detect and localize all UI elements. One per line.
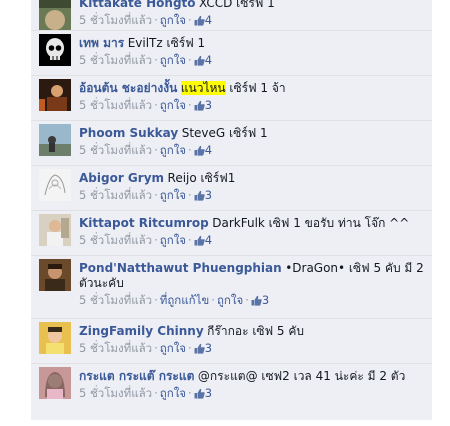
comment-author[interactable]: เทพ มาร: [79, 36, 124, 50]
comment-item: ZingFamily Chinny กีร๊ากอะ เซิฟ 5 คับ 5 …: [31, 318, 432, 364]
like-count[interactable]: 4: [194, 233, 212, 247]
avatar[interactable]: [39, 34, 71, 66]
like-link[interactable]: ถูกใจ: [160, 53, 186, 67]
like-count[interactable]: 3: [194, 98, 212, 112]
thumbs-up-icon: [194, 100, 205, 111]
like-count[interactable]: 3: [194, 188, 212, 202]
avatar[interactable]: [39, 214, 71, 246]
thumbs-up-icon: [194, 388, 205, 399]
comment-text: SteveG เซิร์ฟ 1: [181, 126, 268, 140]
like-link[interactable]: ถูกใจ: [160, 233, 186, 247]
comment-meta: 5 ชั่วโมงที่แล้ว · ที่ถูกแก้ไข · ถูกใจ · 3: [79, 293, 270, 307]
comment-meta: 5 ชั่วโมงที่แล้ว · ถูกใจ · 4: [79, 13, 213, 27]
comment-author[interactable]: Phoom Sukkay: [79, 126, 178, 140]
comment-text: เซิร์ฟ 1 จ้า: [225, 81, 286, 95]
comment-text: XCCD เซิร์ฟ 1: [199, 0, 275, 10]
comment-item: อ้อนต้น ชะอย่างงั้น แนวไหน เซิร์ฟ 1 จ้า …: [31, 75, 432, 121]
comment-author[interactable]: Abigor Grym: [79, 171, 164, 185]
comment-text: @กระแต@ เซฟ2 เวล 41 น่ะค่ะ มี 2 ตัว: [197, 369, 406, 383]
thumbs-up-icon: [251, 295, 262, 306]
comment-item: Kittapot Ritcumrop DarkFulk เซิฟ 1 ขอรับ…: [31, 210, 432, 256]
comment-timestamp[interactable]: 5 ชั่วโมงที่แล้ว: [79, 386, 152, 400]
avatar[interactable]: [39, 169, 71, 201]
avatar[interactable]: [39, 367, 71, 399]
thumbs-up-icon: [194, 15, 205, 26]
thumbs-up-icon: [194, 235, 205, 246]
comment-author[interactable]: ZingFamily Chinny: [79, 324, 204, 338]
comment-timestamp[interactable]: 5 ชั่วโมงที่แล้ว: [79, 53, 152, 67]
comment-meta: 5 ชั่วโมงที่แล้ว · ถูกใจ · 4: [79, 143, 213, 157]
comment-text: EvilTz เซิร์ฟ 1: [127, 36, 206, 50]
thumbs-up-icon: [194, 55, 205, 66]
comment-timestamp[interactable]: 5 ชั่วโมงที่แล้ว: [79, 13, 152, 27]
like-count[interactable]: 3: [194, 341, 212, 355]
comment-text: Reijo เซิร์ฟ1: [167, 171, 236, 185]
comment-text: กีร๊ากอะ เซิฟ 5 คับ: [207, 324, 304, 338]
avatar[interactable]: [39, 124, 71, 156]
comment-item: Phoom Sukkay SteveG เซิร์ฟ 1 5 ชั่วโมงที…: [31, 120, 432, 166]
comment-timestamp[interactable]: 5 ชั่วโมงที่แล้ว: [79, 143, 152, 157]
thumbs-up-icon: [194, 343, 205, 354]
comment-item: เทพ มาร EvilTz เซิร์ฟ 1 5 ชั่วโมงที่แล้ว…: [31, 30, 432, 76]
like-count[interactable]: 3: [251, 293, 269, 307]
like-count[interactable]: 4: [194, 53, 212, 67]
edited-link[interactable]: ที่ถูกแก้ไข: [160, 293, 210, 307]
like-count[interactable]: 4: [194, 143, 212, 157]
avatar[interactable]: [39, 322, 71, 354]
comment-text: DarkFulk เซิฟ 1 ขอรับ ท่าน โจ๊ก ^^: [212, 216, 410, 230]
avatar[interactable]: [39, 0, 71, 30]
like-count[interactable]: 4: [194, 13, 212, 27]
comment-list: Kittakate Hongto XCCD เซิร์ฟ 1 5 ชั่วโมง…: [31, 0, 432, 420]
comment-timestamp[interactable]: 5 ชั่วโมงที่แล้ว: [79, 341, 152, 355]
like-link[interactable]: ถูกใจ: [160, 341, 186, 355]
comment-item: Kittakate Hongto XCCD เซิร์ฟ 1 5 ชั่วโมง…: [31, 0, 432, 31]
avatar[interactable]: [39, 259, 71, 291]
like-link[interactable]: ถูกใจ: [160, 188, 186, 202]
comment-author[interactable]: กระแต กระแต๊ กระแต: [79, 369, 194, 383]
comment-meta: 5 ชั่วโมงที่แล้ว · ถูกใจ · 4: [79, 53, 213, 67]
like-link[interactable]: ถูกใจ: [160, 143, 186, 157]
comment-meta: 5 ชั่วโมงที่แล้ว · ถูกใจ · 3: [79, 98, 213, 112]
comment-highlight: แนวไหน: [180, 81, 226, 95]
comment-item: กระแต กระแต๊ กระแต @กระแต@ เซฟ2 เวล 41 น…: [31, 363, 432, 426]
comment-meta: 5 ชั่วโมงที่แล้ว · ถูกใจ · 3: [79, 341, 213, 355]
comment-timestamp[interactable]: 5 ชั่วโมงที่แล้ว: [79, 293, 152, 307]
thumbs-up-icon: [194, 145, 205, 156]
thumbs-up-icon: [194, 190, 205, 201]
comment-item: Pond'Natthawut Phuengphian •DraGon• เซิฟ…: [31, 255, 432, 319]
comment-meta: 5 ชั่วโมงที่แล้ว · ถูกใจ · 3: [79, 188, 213, 202]
like-link[interactable]: ถูกใจ: [160, 98, 186, 112]
avatar[interactable]: [39, 79, 71, 111]
like-link[interactable]: ถูกใจ: [217, 293, 243, 307]
comment-author[interactable]: Pond'Natthawut Phuengphian: [79, 261, 282, 275]
comment-meta: 5 ชั่วโมงที่แล้ว · ถูกใจ · 4: [79, 233, 213, 247]
comment-timestamp[interactable]: 5 ชั่วโมงที่แล้ว: [79, 98, 152, 112]
comment-meta: 5 ชั่วโมงที่แล้ว · ถูกใจ · 3: [79, 386, 213, 400]
comment-timestamp[interactable]: 5 ชั่วโมงที่แล้ว: [79, 188, 152, 202]
comment-author[interactable]: Kittapot Ritcumrop: [79, 216, 209, 230]
comment-timestamp[interactable]: 5 ชั่วโมงที่แล้ว: [79, 233, 152, 247]
comment-author[interactable]: Kittakate Hongto: [79, 0, 196, 10]
like-link[interactable]: ถูกใจ: [160, 13, 186, 27]
like-count[interactable]: 3: [194, 386, 212, 400]
comment-author[interactable]: อ้อนต้น ชะอย่างงั้น: [79, 81, 177, 95]
comment-item: Abigor Grym Reijo เซิร์ฟ1 5 ชั่วโมงที่แล…: [31, 165, 432, 211]
like-link[interactable]: ถูกใจ: [160, 386, 186, 400]
